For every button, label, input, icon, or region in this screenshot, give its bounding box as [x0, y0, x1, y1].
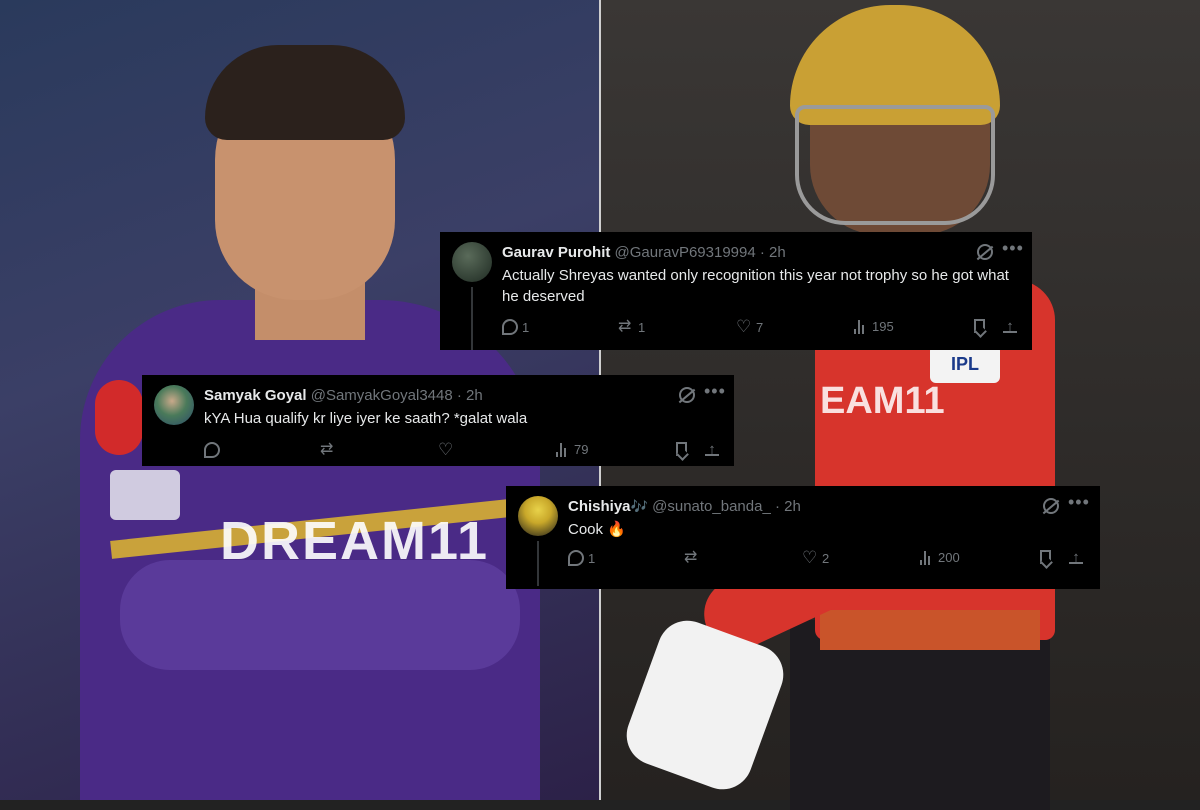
tweet-text: Cook 🔥: [568, 519, 1078, 540]
reply-icon: [502, 319, 518, 335]
thread-line: [471, 287, 473, 350]
retweet-button[interactable]: ⇄: [684, 550, 704, 566]
retweet-count: 1: [638, 319, 646, 335]
like-count: 2: [822, 550, 830, 566]
author-name[interactable]: Samyak Goyal: [204, 387, 307, 404]
author-handle[interactable]: @SamyakGoyal3448: [311, 387, 453, 404]
tweet-card[interactable]: Gaurav Purohit @GauravP69319994 · 2h •••…: [440, 232, 1032, 350]
timestamp[interactable]: · 2h: [760, 244, 786, 261]
like-icon: ♡: [736, 317, 752, 336]
avatar[interactable]: [518, 496, 558, 536]
views-count: 79: [574, 442, 589, 457]
right-ipl-logo: IPL: [930, 345, 1000, 383]
tweet-header: Chishiya🎶 @sunato_banda_ · 2h: [568, 498, 801, 515]
bookmark-button[interactable]: [974, 319, 985, 333]
tweet-text-body: Cook: [568, 521, 604, 538]
bookmark-icon: [974, 319, 985, 333]
reply-count: 1: [588, 550, 596, 566]
timestamp[interactable]: · 2h: [457, 387, 483, 404]
avatar[interactable]: [154, 385, 194, 425]
grok-icon[interactable]: [977, 244, 993, 260]
share-button[interactable]: ↑: [1069, 550, 1083, 566]
grok-icon[interactable]: [1043, 498, 1059, 514]
jersey-band: [820, 610, 1040, 650]
like-button[interactable]: ♡: [438, 440, 458, 459]
share-button[interactable]: ↑: [705, 442, 719, 458]
author-name[interactable]: Chishiya: [568, 498, 631, 515]
views-button[interactable]: 195: [854, 319, 894, 334]
tweet-header: Samyak Goyal @SamyakGoyal3448 · 2h: [204, 387, 483, 404]
reply-button[interactable]: 1: [568, 550, 595, 566]
bookmark-icon: [1040, 550, 1051, 564]
reply-button[interactable]: 1: [502, 319, 529, 335]
music-note-emoji: 🎶: [630, 498, 648, 514]
tweet-text: Actually Shreyas wanted only recognition…: [502, 267, 1009, 305]
views-icon: [920, 550, 934, 565]
sponsor-logo: [95, 380, 143, 455]
retweet-icon: ⇄: [618, 318, 632, 335]
hair: [205, 45, 405, 140]
tweet-actions: 1 ⇄ ♡ 2 200 ↑: [568, 548, 1088, 568]
like-count: 7: [756, 319, 764, 335]
tweet-card[interactable]: Samyak Goyal @SamyakGoyal3448 · 2h ••• k…: [142, 375, 734, 466]
like-button[interactable]: ♡ 7: [736, 317, 764, 336]
bookmark-button[interactable]: [676, 442, 687, 456]
bookmark-icon: [676, 442, 687, 456]
more-icon[interactable]: •••: [704, 381, 726, 402]
more-icon[interactable]: •••: [1002, 238, 1024, 259]
ipl-logo: [110, 470, 180, 520]
thread-line: [537, 541, 539, 586]
share-icon: ↑: [1069, 550, 1083, 566]
like-button[interactable]: ♡ 2: [802, 548, 830, 567]
views-count: 195: [872, 319, 894, 334]
reply-icon: [568, 550, 584, 566]
author-handle[interactable]: @sunato_banda_: [652, 498, 771, 515]
tweet-card[interactable]: Chishiya🎶 @sunato_banda_ · 2h ••• Cook 🔥…: [506, 486, 1100, 589]
retweet-icon: ⇄: [684, 549, 698, 566]
tweet-actions: 1 ⇄ 1 ♡ 7 195 ↑: [502, 317, 1022, 337]
retweet-button[interactable]: ⇄ 1: [618, 319, 645, 335]
right-jersey-text: EAM11: [820, 380, 945, 422]
avatar[interactable]: [452, 242, 492, 282]
views-icon: [556, 442, 570, 457]
tweet-header: Gaurav Purohit @GauravP69319994 · 2h: [502, 244, 786, 261]
share-icon: ↑: [1003, 319, 1017, 335]
like-icon: ♡: [438, 440, 454, 459]
crossed-arms: [120, 560, 520, 670]
retweet-icon: ⇄: [320, 441, 334, 458]
helmet-grill: [795, 105, 995, 225]
views-button[interactable]: 200: [920, 550, 960, 565]
grok-icon[interactable]: [679, 387, 695, 403]
tweet-actions: ⇄ ♡ 79 ↑: [204, 440, 724, 460]
tweet-text: kYA Hua qualify kr liye iyer ke saath? *…: [204, 410, 528, 427]
retweet-button[interactable]: ⇄: [320, 442, 340, 458]
fire-emoji: 🔥: [607, 521, 626, 538]
timestamp[interactable]: · 2h: [775, 498, 801, 515]
views-button[interactable]: 79: [556, 442, 588, 457]
share-icon: ↑: [705, 442, 719, 458]
share-button[interactable]: ↑: [1003, 319, 1017, 335]
reply-count: 1: [522, 319, 530, 335]
more-icon[interactable]: •••: [1068, 492, 1090, 513]
like-icon: ♡: [802, 548, 818, 567]
views-icon: [854, 319, 868, 334]
author-name[interactable]: Gaurav Purohit: [502, 244, 610, 261]
reply-icon: [204, 442, 220, 458]
bookmark-button[interactable]: [1040, 550, 1051, 564]
author-handle[interactable]: @GauravP69319994: [615, 244, 756, 261]
reply-button[interactable]: [204, 442, 224, 458]
views-count: 200: [938, 550, 960, 565]
